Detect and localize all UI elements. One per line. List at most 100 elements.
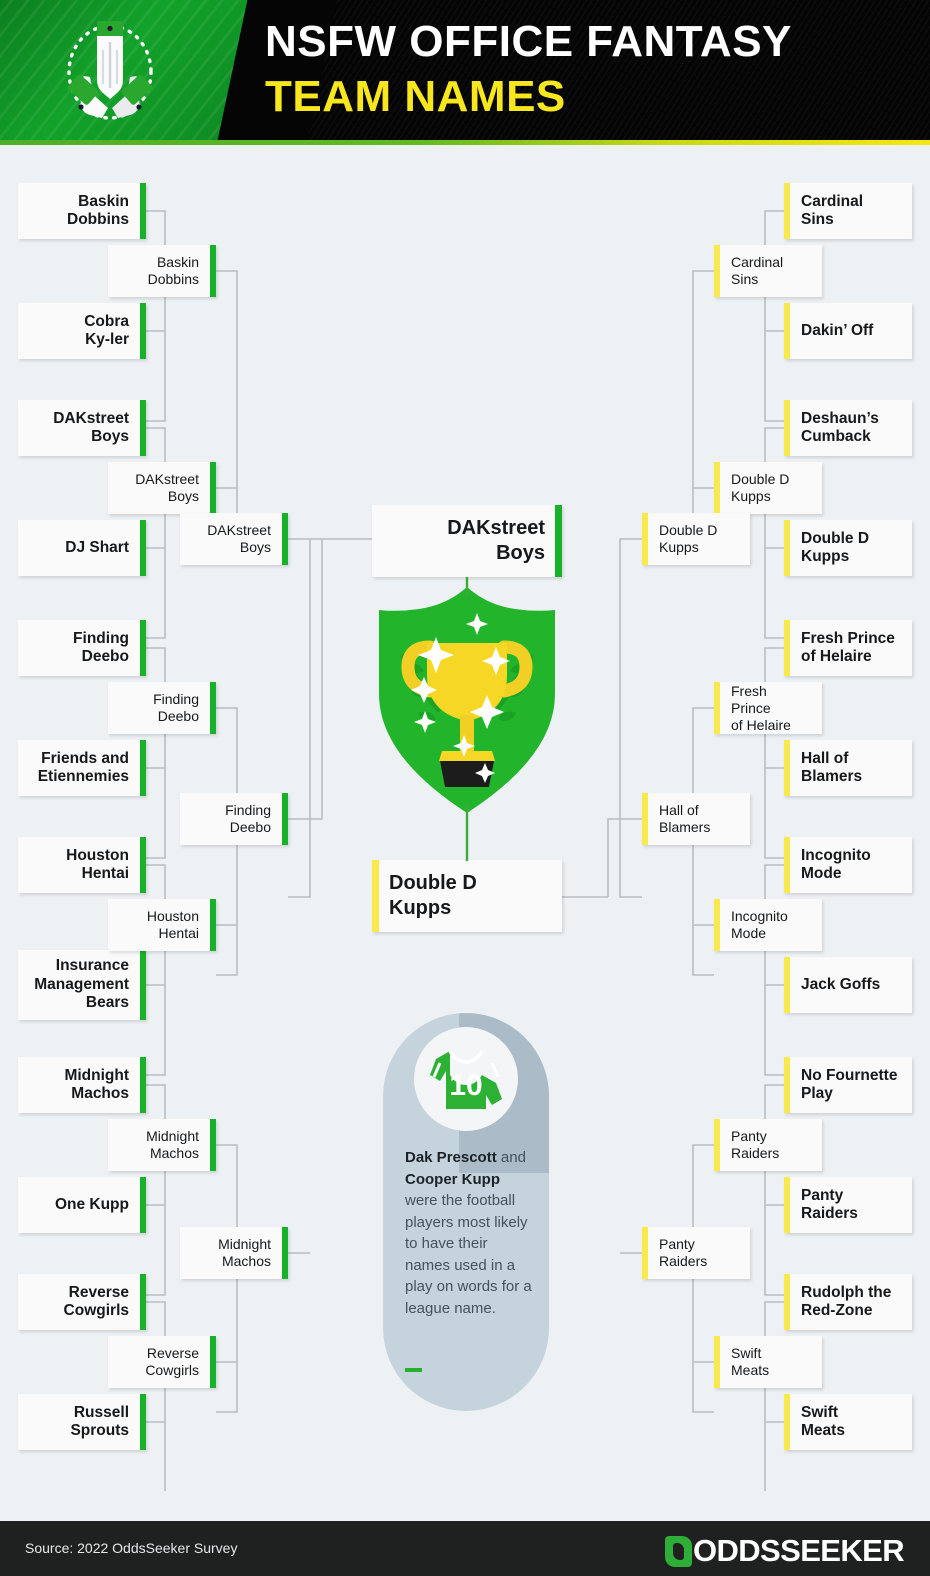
accent-bar: [282, 513, 288, 565]
accent-bar: [140, 1177, 146, 1233]
team-label: Russell Sprouts: [70, 1403, 129, 1440]
accent-bar: [210, 245, 216, 297]
finalist-box-top[interactable]: DAKstreet Boys: [372, 505, 562, 577]
bracket-team-box[interactable]: Double D Kupps: [784, 520, 912, 576]
bracket-team-box[interactable]: Panty Raiders: [642, 1227, 750, 1279]
trophy-shield-icon: [372, 585, 562, 815]
team-label: Houston Hentai: [146, 908, 199, 941]
team-label: Double D Kupps: [659, 522, 718, 555]
team-label: Reverse Cowgirls: [63, 1283, 129, 1320]
bracket-team-box[interactable]: DAKstreet Boys: [18, 400, 146, 456]
bracket-team-box[interactable]: Houston Hentai: [18, 837, 146, 893]
bracket-team-box[interactable]: No Fournette Play: [784, 1057, 912, 1113]
team-label: Panty Raiders: [731, 1128, 780, 1161]
team-label: Deshaun’s Cumback: [801, 409, 879, 446]
bracket-team-box[interactable]: Reverse Cowgirls: [108, 1336, 216, 1388]
team-label: DAKstreet Boys: [207, 522, 271, 555]
team-label: Baskin Dobbins: [147, 254, 199, 287]
bracket-team-box[interactable]: Fresh Prince of Helaire: [714, 682, 822, 734]
oddsseeker-mark-icon: [664, 1535, 692, 1567]
bracket-team-box[interactable]: Rudolph the Red-Zone: [784, 1274, 912, 1330]
callout-body: were the football players most likely to…: [405, 1192, 532, 1317]
bracket-team-box[interactable]: Incognito Mode: [784, 837, 912, 893]
bracket-team-box[interactable]: Fresh Prince of Helaire: [784, 620, 912, 676]
insight-callout: 10 Dak Prescott and Cooper Kupp were the…: [383, 1013, 549, 1411]
accent-bar: [140, 1057, 146, 1113]
bracket-team-box[interactable]: Friends and Etiennemies: [18, 740, 146, 796]
accent-bar: [282, 1227, 288, 1279]
accent-bar: [140, 837, 146, 893]
bracket-team-box[interactable]: Midnight Machos: [108, 1119, 216, 1171]
accent-bar: [784, 837, 790, 893]
callout-dash-rule: [405, 1368, 422, 1372]
team-label: Incognito Mode: [801, 846, 871, 883]
accent-bar: [784, 740, 790, 796]
bracket-team-box[interactable]: Hall of Blamers: [642, 793, 750, 845]
bracket-team-box[interactable]: Swift Meats: [784, 1394, 912, 1450]
bracket-team-box[interactable]: DJ Shart: [18, 520, 146, 576]
team-label: Hall of Blamers: [659, 802, 711, 835]
bracket-team-box[interactable]: Midnight Machos: [180, 1227, 288, 1279]
praying-hands-icon: [50, 14, 170, 132]
player-name-1: Dak Prescott: [405, 1149, 497, 1166]
accent-bar: [784, 1057, 790, 1113]
bracket-team-box[interactable]: Baskin Dobbins: [18, 183, 146, 239]
accent-bar: [140, 520, 146, 576]
bracket-team-box[interactable]: Midnight Machos: [18, 1057, 146, 1113]
team-label: Swift Meats: [801, 1403, 845, 1440]
bracket-team-box[interactable]: Cobra Ky-ler: [18, 303, 146, 359]
accent-bar: [642, 513, 648, 565]
bracket-team-box[interactable]: Swift Meats: [714, 1336, 822, 1388]
callout-conjunction: and: [496, 1149, 526, 1166]
bracket-team-box[interactable]: Dakin’ Off: [784, 303, 912, 359]
accent-bar: [140, 740, 146, 796]
team-label: Fresh Prince of Helaire: [731, 682, 791, 733]
bracket-team-box[interactable]: Hall of Blamers: [784, 740, 912, 796]
team-label: DAKstreet Boys: [53, 409, 129, 446]
team-label: One Kupp: [54, 1195, 129, 1213]
bracket-team-box[interactable]: Finding Deebo: [18, 620, 146, 676]
accent-bar: [140, 400, 146, 456]
finalist-box-bottom[interactable]: Double D Kupps: [372, 860, 562, 932]
accent-bar: [210, 899, 216, 951]
bracket-team-box[interactable]: Cardinal Sins: [714, 245, 822, 297]
team-label: DAKstreet Boys: [135, 471, 199, 504]
accent-bar: [282, 793, 288, 845]
bracket-team-box[interactable]: Incognito Mode: [714, 899, 822, 951]
player-name-2: Cooper Kupp: [405, 1170, 500, 1188]
jersey-number: 10: [449, 1069, 482, 1102]
bracket-team-box[interactable]: Jack Goffs: [784, 957, 912, 1013]
accent-bar: [140, 1394, 146, 1450]
bracket-team-box[interactable]: DAKstreet Boys: [108, 462, 216, 514]
bracket-team-box[interactable]: Panty Raiders: [714, 1119, 822, 1171]
bracket-team-box[interactable]: Double D Kupps: [642, 513, 750, 565]
bracket-team-box[interactable]: Insurance Management Bears: [18, 950, 146, 1020]
team-label: Cardinal Sins: [801, 192, 864, 229]
team-label: Panty Raiders: [659, 1236, 708, 1269]
accent-bar: [714, 899, 720, 951]
bracket-team-box[interactable]: Reverse Cowgirls: [18, 1274, 146, 1330]
infographic-page: NSFW OFFICE FANTASY TEAM NAMES Baskin Do…: [0, 0, 930, 1576]
team-label: Hall of Blamers: [801, 749, 863, 786]
team-label: Insurance Management Bears: [34, 957, 129, 1012]
bracket-team-box[interactable]: Russell Sprouts: [18, 1394, 146, 1450]
page-title-primary: NSFW OFFICE FANTASY: [265, 17, 792, 66]
bracket-team-box[interactable]: Panty Raiders: [784, 1177, 912, 1233]
accent-bar: [140, 620, 146, 676]
bracket-team-box[interactable]: Finding Deebo: [180, 793, 288, 845]
bracket-team-box[interactable]: Finding Deebo: [108, 682, 216, 734]
bracket-team-box[interactable]: Double D Kupps: [714, 462, 822, 514]
team-label: Rudolph the Red-Zone: [801, 1283, 892, 1320]
bracket-team-box[interactable]: Baskin Dobbins: [108, 245, 216, 297]
bracket-team-box[interactable]: Cardinal Sins: [784, 183, 912, 239]
jersey-badge: 10: [414, 1027, 518, 1131]
bracket-team-box[interactable]: Houston Hentai: [108, 899, 216, 951]
team-label: Jack Goffs: [801, 975, 881, 993]
bracket-team-box[interactable]: Deshaun’s Cumback: [784, 400, 912, 456]
bracket-team-box[interactable]: DAKstreet Boys: [180, 513, 288, 565]
team-label: Reverse Cowgirls: [145, 1345, 199, 1378]
bracket-team-box[interactable]: One Kupp: [18, 1177, 146, 1233]
accent-bar: [642, 793, 648, 845]
accent-bar: [784, 957, 790, 1013]
accent-bar: [784, 620, 790, 676]
